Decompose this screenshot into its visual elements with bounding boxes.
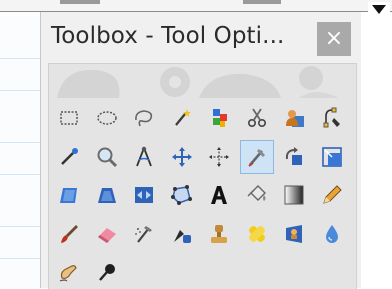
alignment-tool-button[interactable]	[204, 142, 234, 172]
foreground-select-tool-button[interactable]	[279, 103, 309, 133]
background-header-text-fragment	[243, 0, 281, 4]
color-picker-tool-icon	[61, 148, 78, 165]
flip-tool-button[interactable]	[129, 180, 159, 210]
rotate-tool-icon	[285, 147, 302, 165]
shear-tool-icon	[60, 188, 77, 203]
clone-tool-icon	[211, 225, 227, 243]
dodge-burn-tool-button[interactable]	[92, 257, 122, 287]
heal-tool-button[interactable]	[242, 219, 272, 249]
clone-tool-button[interactable]	[204, 219, 234, 249]
background-side-panel	[360, 12, 392, 288]
smudge-tool-icon	[59, 265, 77, 282]
select-by-color-tool-icon	[213, 109, 227, 127]
cage-transform-tool-button[interactable]	[167, 180, 197, 210]
perspective-tool-icon	[98, 188, 116, 203]
close-button[interactable]: ×	[317, 22, 351, 56]
rectangle-select-tool-icon	[60, 111, 78, 125]
toolbox-window: Toolbox - Tool Opti... ×	[40, 12, 361, 289]
pencil-tool-icon	[323, 185, 342, 204]
paintbrush-tool-button[interactable]	[54, 219, 84, 249]
bucket-fill-tool-button[interactable]	[242, 180, 272, 210]
measure-tool-button[interactable]	[129, 142, 159, 172]
select-by-color-tool-button[interactable]	[204, 103, 234, 133]
blend-tool-icon	[284, 185, 304, 205]
eraser-tool-icon	[98, 228, 116, 243]
rotate-tool-button[interactable]	[279, 142, 309, 172]
text-tool-button[interactable]	[204, 180, 234, 210]
window-title: Toolbox - Tool Opti...	[51, 23, 285, 49]
zoom-tool-icon	[97, 147, 118, 168]
flip-tool-icon	[135, 187, 153, 203]
scissors-select-tool-button[interactable]	[242, 103, 272, 133]
tool-palette	[48, 63, 357, 289]
move-tool-button[interactable]	[167, 142, 197, 172]
measure-tool-icon	[136, 146, 152, 167]
ellipse-select-tool-button[interactable]	[92, 103, 122, 133]
foreground-select-tool-icon	[286, 110, 304, 127]
ink-tool-icon	[174, 230, 191, 243]
wilber-drop-area[interactable]	[49, 64, 356, 98]
dodge-burn-tool-icon	[99, 264, 115, 281]
eraser-tool-button[interactable]	[92, 219, 122, 249]
text-tool-icon	[211, 186, 227, 204]
scale-tool-icon	[322, 147, 342, 167]
ellipse-select-tool-icon	[97, 111, 117, 125]
toolbox-titlebar[interactable]: Toolbox - Tool Opti... ×	[41, 12, 361, 68]
paths-tool-icon	[323, 107, 340, 128]
move-tool-icon	[172, 147, 192, 167]
airbrush-tool-button[interactable]	[129, 219, 159, 249]
dropdown-arrow-icon[interactable]	[368, 2, 390, 16]
free-select-tool-button[interactable]	[129, 103, 159, 133]
rectangle-select-tool-button[interactable]	[54, 103, 84, 133]
fuzzy-select-tool-button[interactable]	[167, 103, 197, 133]
pencil-tool-button[interactable]	[317, 180, 347, 210]
shear-tool-button[interactable]	[54, 180, 84, 210]
fuzzy-select-tool-icon	[175, 109, 191, 126]
alignment-tool-icon	[209, 147, 229, 167]
cage-transform-tool-icon	[171, 185, 192, 205]
crop-tool-icon	[248, 149, 265, 167]
smudge-tool-button[interactable]	[54, 257, 84, 287]
ink-tool-button[interactable]	[167, 219, 197, 249]
background-table-column	[0, 12, 40, 288]
blur-sharpen-tool-button[interactable]	[317, 219, 347, 249]
airbrush-tool-icon	[135, 226, 152, 243]
background-header-text-fragment	[60, 0, 100, 4]
blend-tool-button[interactable]	[279, 180, 309, 210]
blur-sharpen-tool-icon	[326, 225, 338, 243]
color-picker-tool-button[interactable]	[54, 142, 84, 172]
paths-tool-button[interactable]	[317, 103, 347, 133]
perspective-clone-tool-button[interactable]	[279, 219, 309, 249]
zoom-tool-button[interactable]	[92, 142, 122, 172]
scissors-select-tool-icon	[247, 108, 267, 128]
scale-tool-button[interactable]	[317, 142, 347, 172]
crop-tool-button[interactable]	[240, 140, 274, 174]
perspective-clone-tool-icon	[286, 225, 302, 243]
paintbrush-tool-icon	[61, 225, 78, 243]
perspective-tool-button[interactable]	[92, 180, 122, 210]
bucket-fill-tool-icon	[247, 185, 266, 201]
free-select-tool-icon	[135, 110, 153, 127]
heal-tool-icon	[249, 226, 265, 242]
